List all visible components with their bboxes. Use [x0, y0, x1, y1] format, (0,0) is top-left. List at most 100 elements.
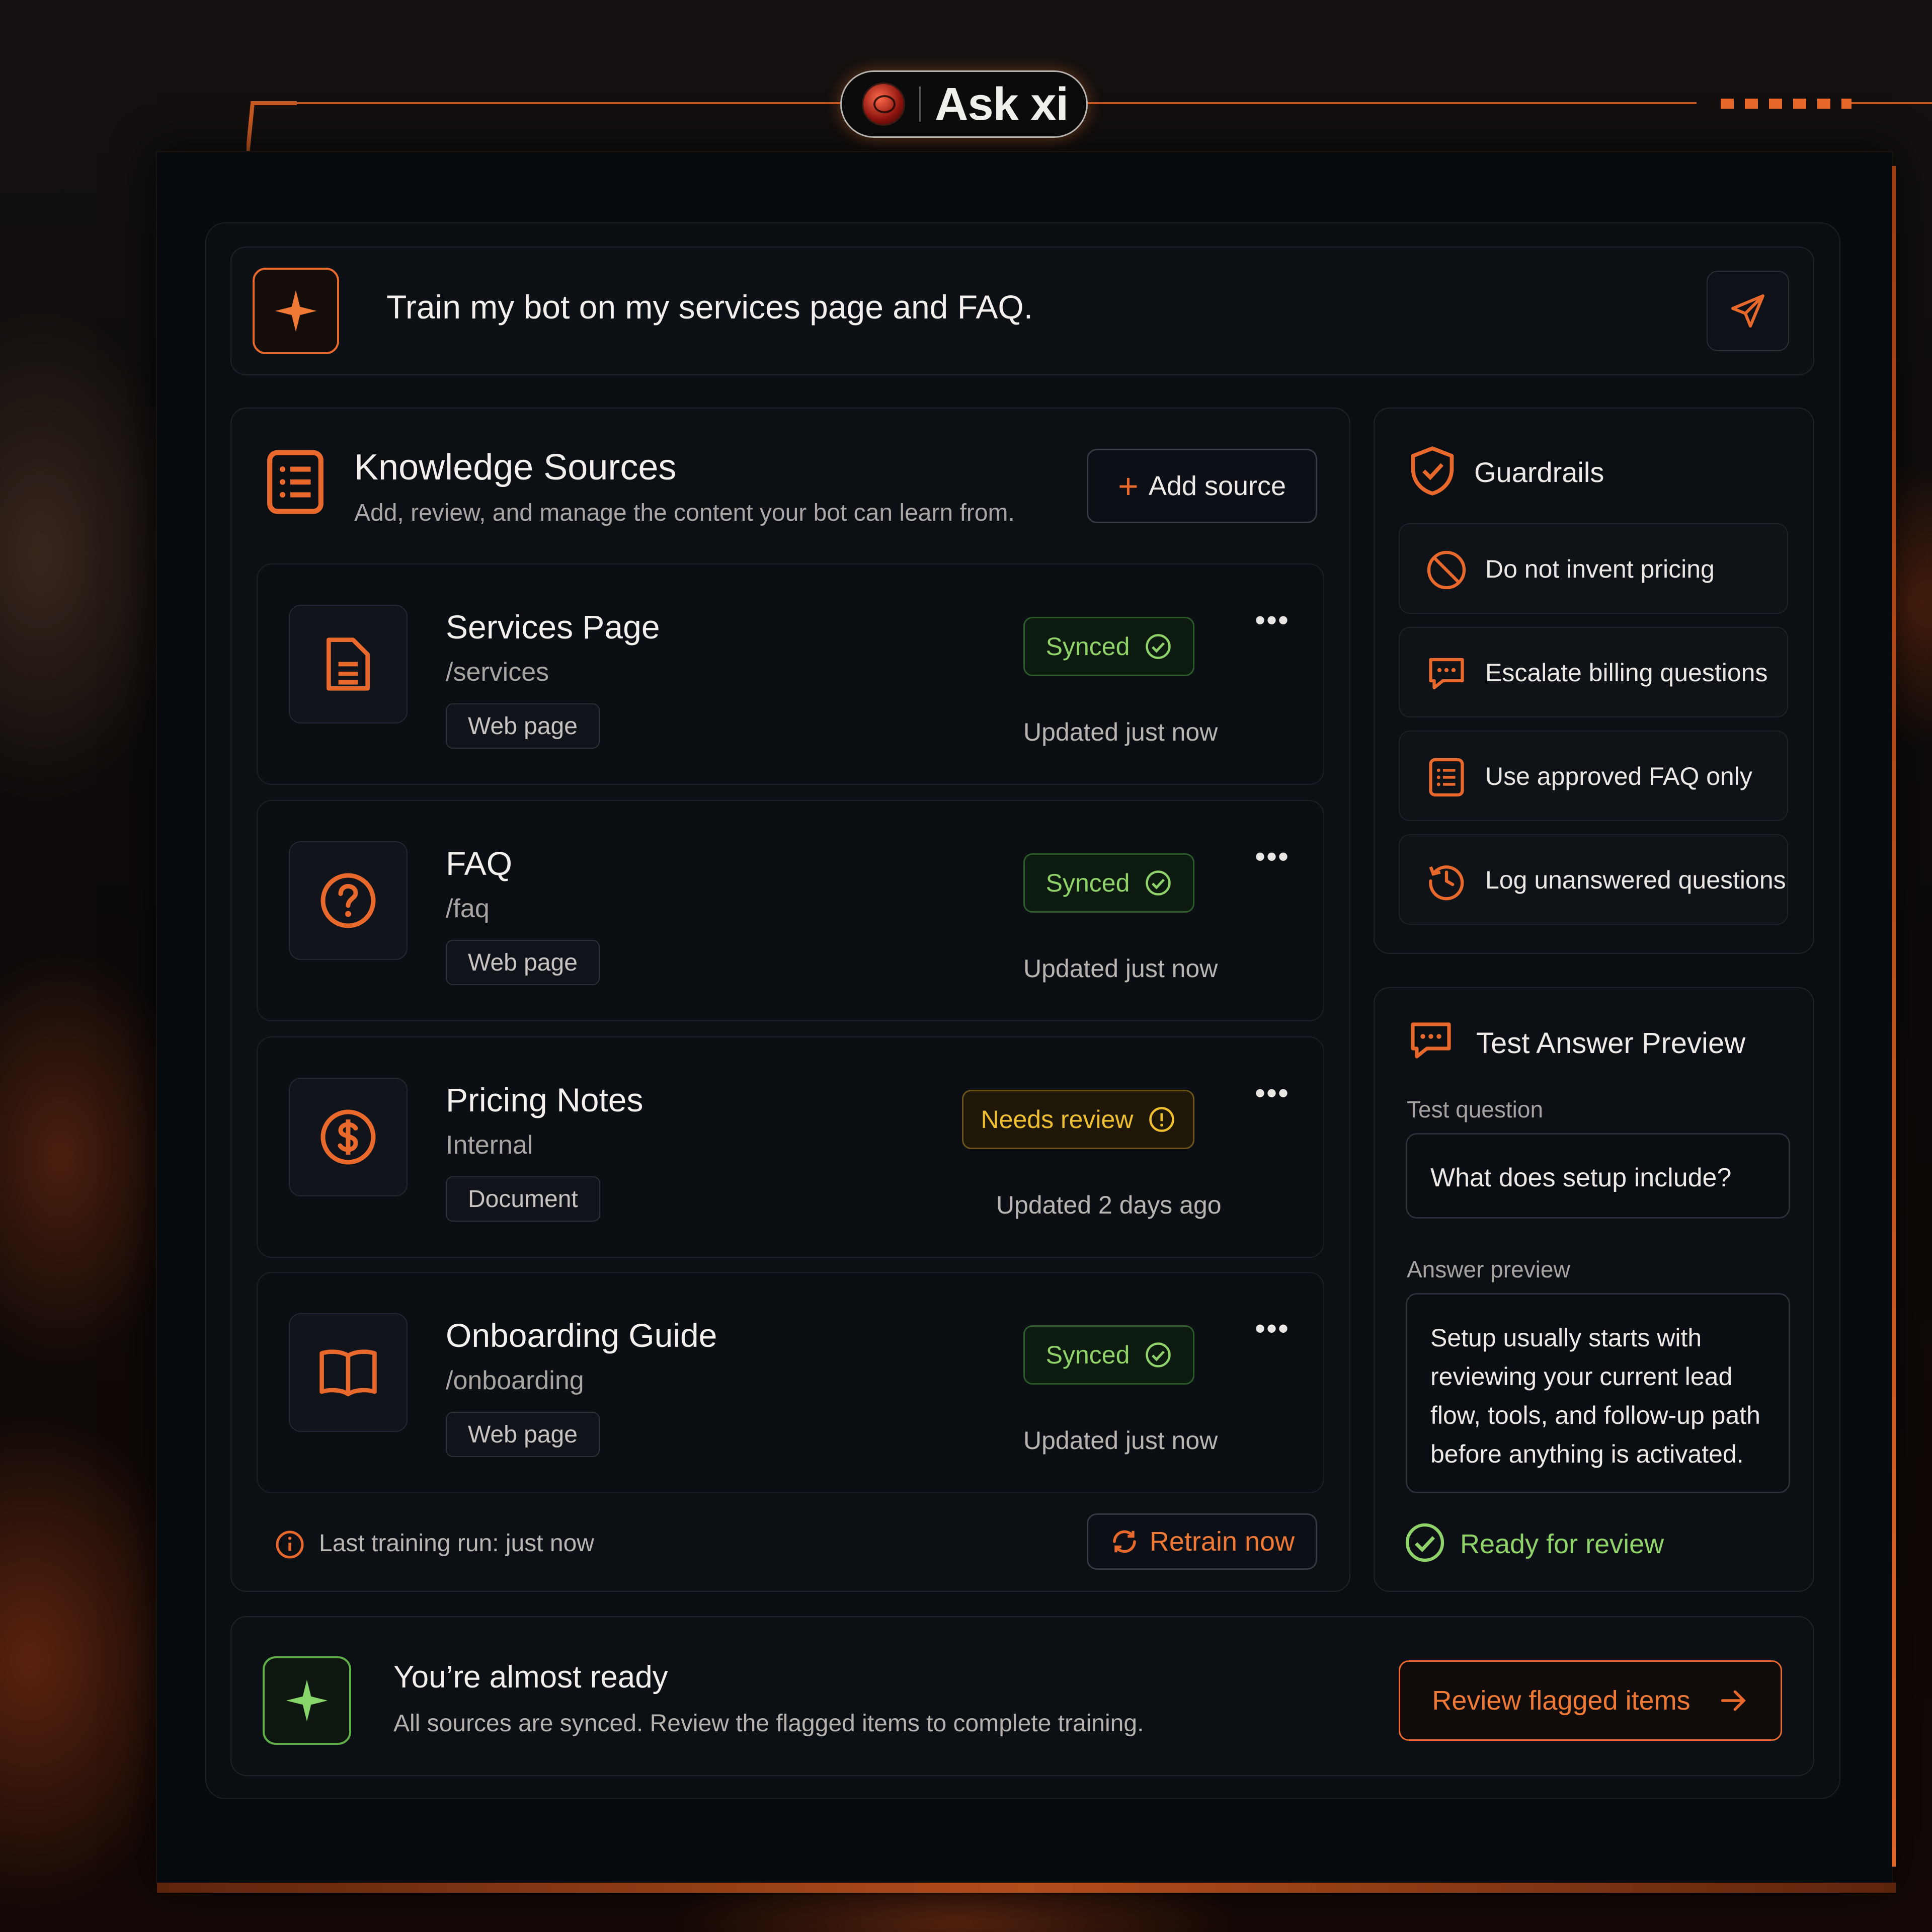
- book-icon: [319, 1349, 377, 1397]
- test-answer-preview-panel: [1374, 987, 1814, 1592]
- dollar-icon: [320, 1109, 376, 1165]
- status-label: Synced: [1045, 869, 1130, 897]
- source-type-tag: Web page: [446, 1412, 600, 1457]
- more-options-icon[interactable]: •••: [1255, 1311, 1290, 1346]
- source-card-pricing[interactable]: Pricing Notes Internal Document Needs re…: [257, 1036, 1324, 1258]
- app-name: Ask xi: [935, 78, 1069, 130]
- guardrail-item[interactable]: Escalate billing questions: [1399, 627, 1788, 717]
- shield-check-icon: [1411, 446, 1454, 496]
- source-card-services[interactable]: Services Page /services Web page Synced …: [257, 564, 1324, 785]
- retrain-label: Retrain now: [1149, 1526, 1295, 1557]
- source-type-tag: Web page: [446, 940, 600, 985]
- more-options-icon[interactable]: •••: [1255, 1076, 1290, 1110]
- question-icon: [320, 873, 376, 928]
- guardrail-item[interactable]: Use approved FAQ only: [1399, 731, 1788, 821]
- logo-divider: [919, 87, 921, 122]
- sparkle-icon: [286, 1679, 328, 1722]
- arrow-right-icon: [1721, 1690, 1746, 1711]
- answer-line: reviewing your current lead: [1430, 1362, 1733, 1391]
- test-question-input[interactable]: What does setup include?: [1406, 1133, 1790, 1219]
- source-icon-box: [289, 605, 408, 723]
- list-icon: [1429, 758, 1464, 797]
- frame-dashes: [1721, 99, 1852, 109]
- history-icon: [1429, 865, 1464, 901]
- app-logo[interactable]: Ask xi: [840, 70, 1088, 138]
- review-flagged-items-button[interactable]: Review flagged items: [1399, 1660, 1782, 1741]
- refresh-icon: [1113, 1530, 1136, 1553]
- last-training-run: Last training run: just now: [319, 1530, 594, 1557]
- panel-right-edge: [1892, 166, 1896, 1867]
- source-type-tag: Web page: [446, 703, 600, 749]
- review-flagged-label: Review flagged items: [1432, 1685, 1691, 1716]
- source-name: Pricing Notes: [446, 1081, 643, 1118]
- knowledge-sources-subtitle: Add, review, and manage the content your…: [354, 500, 1015, 526]
- frame-line-top-right: [1088, 102, 1697, 104]
- source-icon-box: [289, 1078, 408, 1196]
- add-source-button[interactable]: + Add source: [1087, 449, 1317, 523]
- send-button[interactable]: [1707, 271, 1789, 351]
- warning-circle-icon: [1149, 1107, 1175, 1132]
- check-circle-icon: [1146, 870, 1171, 896]
- source-card-onboarding[interactable]: Onboarding Guide /onboarding Web page Sy…: [257, 1272, 1324, 1493]
- more-options-icon[interactable]: •••: [1255, 603, 1290, 637]
- chat-bubble-icon: [1411, 1022, 1451, 1059]
- status-badge-needs-review: Needs review: [962, 1090, 1194, 1149]
- banner-title: You’re almost ready: [393, 1660, 668, 1695]
- frame-corner-left: [247, 101, 297, 154]
- source-updated-time: Updated just now: [1023, 718, 1218, 746]
- sparkle-icon: [275, 290, 317, 332]
- frame-line-top-far-right: [1852, 102, 1932, 104]
- guardrail-label: Do not invent pricing: [1485, 555, 1715, 583]
- logo-orb-icon: [862, 83, 905, 126]
- info-icon: [276, 1531, 304, 1559]
- check-circle-icon: [1146, 1342, 1171, 1367]
- source-updated-time: Updated 2 days ago: [996, 1191, 1222, 1219]
- answer-preview-label: Answer preview: [1407, 1256, 1570, 1282]
- ready-check-icon: [1405, 1523, 1444, 1562]
- guardrail-label: Use approved FAQ only: [1485, 762, 1752, 790]
- source-path: /services: [446, 658, 549, 687]
- list-document-icon: [267, 450, 324, 514]
- guardrail-label: Log unanswered questions: [1485, 866, 1786, 894]
- status-badge-synced: Synced: [1023, 853, 1194, 913]
- status-label: Synced: [1045, 632, 1130, 661]
- source-updated-time: Updated just now: [1023, 954, 1218, 983]
- knowledge-sources-title: Knowledge Sources: [354, 447, 677, 488]
- prompt-input-text[interactable]: Train my bot on my services page and FAQ…: [386, 288, 1033, 326]
- test-question-value: What does setup include?: [1430, 1163, 1732, 1192]
- banner-subtitle: All sources are synced. Review the flagg…: [393, 1710, 1144, 1737]
- source-path: /faq: [446, 894, 490, 923]
- ready-status: Ready for review: [1460, 1529, 1664, 1559]
- guardrail-item[interactable]: Log unanswered questions: [1399, 834, 1788, 925]
- test-answer-preview-title: Test Answer Preview: [1476, 1027, 1746, 1060]
- document-icon: [326, 637, 370, 691]
- frame-line-top-left: [292, 102, 840, 104]
- source-name: FAQ: [446, 845, 513, 882]
- panel-bottom-edge: [157, 1883, 1896, 1893]
- status-badge-synced: Synced: [1023, 617, 1194, 676]
- add-source-label: Add source: [1148, 471, 1286, 501]
- ready-sparkle-box: [263, 1656, 351, 1745]
- source-updated-time: Updated just now: [1023, 1426, 1218, 1455]
- source-path: /onboarding: [446, 1366, 584, 1395]
- answer-line: before anything is activated.: [1430, 1440, 1744, 1468]
- more-options-icon[interactable]: •••: [1255, 839, 1290, 874]
- check-circle-icon: [1146, 634, 1171, 659]
- status-badge-synced: Synced: [1023, 1325, 1194, 1385]
- source-type-tag: Document: [446, 1176, 600, 1222]
- retrain-now-button[interactable]: Retrain now: [1087, 1513, 1317, 1570]
- send-icon: [1731, 294, 1764, 328]
- prohibited-icon: [1427, 550, 1466, 590]
- source-icon-box: [289, 841, 408, 960]
- plus-icon: +: [1117, 466, 1139, 506]
- test-question-label: Test question: [1407, 1096, 1544, 1122]
- chat-icon: [1429, 658, 1464, 690]
- source-icon-box: [289, 1313, 408, 1432]
- guardrails-title: Guardrails: [1474, 456, 1604, 488]
- sparkle-icon-box: [253, 268, 339, 354]
- status-label: Synced: [1045, 1341, 1130, 1369]
- status-label: Needs review: [981, 1105, 1134, 1134]
- source-name: Onboarding Guide: [446, 1317, 717, 1354]
- source-card-faq[interactable]: FAQ /faq Web page Synced Updated just no…: [257, 800, 1324, 1021]
- guardrail-item[interactable]: Do not invent pricing: [1399, 523, 1788, 614]
